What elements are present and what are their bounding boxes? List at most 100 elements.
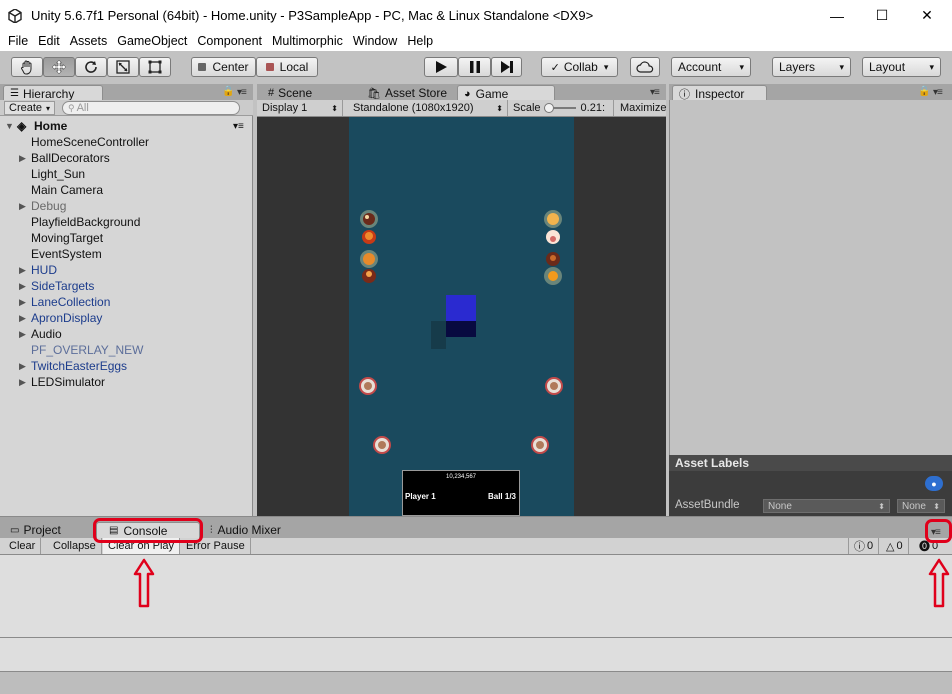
expand-arrow-icon[interactable]: ▶ xyxy=(19,377,26,388)
expand-arrow-icon[interactable]: ▶ xyxy=(19,297,26,308)
hierarchy-item-label: Main Camera xyxy=(31,183,104,197)
layout-dropdown[interactable]: Layout xyxy=(862,57,941,77)
hierarchy-item[interactable]: ▶ Debug xyxy=(0,198,253,214)
rotate-icon xyxy=(85,61,97,73)
hierarchy-item[interactable]: HomeSceneController xyxy=(0,134,253,150)
hierarchy-item[interactable]: ▶ Audio xyxy=(0,326,253,342)
tab-audio-mixer[interactable]: ⫶ Audio Mixer xyxy=(204,522,304,538)
pause-button[interactable] xyxy=(458,57,491,77)
menu-file[interactable]: File xyxy=(3,34,33,48)
inspector-lock-icon[interactable]: 🔒 xyxy=(918,86,930,97)
hierarchy-search-field[interactable]: ⚲ All xyxy=(62,101,240,115)
tab-game[interactable]: ◕ Game xyxy=(457,85,555,101)
scale-label: Scale xyxy=(513,102,541,114)
asset-bundle-label: AssetBundle xyxy=(675,499,740,511)
inspector-menu-icon[interactable]: ▾≡ xyxy=(933,87,943,98)
game-view-toolbar: Display 1 ⬍ Standalone (1080x1920) ⬍ Scale… xyxy=(257,100,666,117)
asset-variant-dropdown[interactable]: None ⬍ xyxy=(897,499,945,513)
hierarchy-item[interactable]: PlayfieldBackground xyxy=(0,214,253,230)
pivot-local-button[interactable]: Local xyxy=(256,57,318,77)
scale-tool-button[interactable] xyxy=(107,57,139,77)
status-bar xyxy=(0,672,952,694)
asset-bundle-dropdown[interactable]: None ⬍ xyxy=(763,499,890,513)
account-label: Account xyxy=(678,60,722,74)
menu-component[interactable]: Component xyxy=(192,34,267,48)
move-tool-button[interactable] xyxy=(43,57,75,77)
tab-asset-store[interactable]: 🛍 Asset Store xyxy=(361,85,456,101)
tab-inspector[interactable]: ⓘ Inspector xyxy=(672,85,767,101)
expand-arrow-icon[interactable]: ▶ xyxy=(19,329,26,340)
hierarchy-item-label: LaneCollection xyxy=(31,295,111,309)
expand-arrow-icon[interactable]: ▶ xyxy=(19,361,26,372)
maximize-on-play-toggle[interactable]: Maximize xyxy=(615,100,667,116)
hierarchy-item[interactable]: ▶ SideTargets xyxy=(0,278,253,294)
hierarchy-item[interactable]: ▶ LEDSimulator xyxy=(0,374,253,390)
step-button[interactable] xyxy=(491,57,522,77)
red-arrow-icon xyxy=(133,558,155,608)
menu-assets[interactable]: Assets xyxy=(65,34,113,48)
expand-arrow-icon[interactable]: ▶ xyxy=(19,281,26,292)
clear-button[interactable]: Clear xyxy=(4,538,42,554)
scale-slider[interactable] xyxy=(543,103,576,113)
info-count: 0 xyxy=(867,540,874,552)
rect-tool-button[interactable] xyxy=(139,57,171,77)
console-detail-area[interactable] xyxy=(0,638,952,672)
menu-edit[interactable]: Edit xyxy=(33,34,65,48)
game-panel-menu-icon[interactable]: ▾≡ xyxy=(650,87,660,98)
hierarchy-item[interactable]: ▶ BallDecorators xyxy=(0,150,253,166)
maximize-label: Maximize xyxy=(620,102,667,114)
menu-multimorphic[interactable]: Multimorphic xyxy=(267,34,348,48)
scene-menu-icon[interactable]: ▾≡ xyxy=(233,121,244,132)
play-button[interactable] xyxy=(424,57,458,77)
hierarchy-item[interactable]: ▶ ApronDisplay xyxy=(0,310,253,326)
hierarchy-item[interactable]: MovingTarget xyxy=(0,230,253,246)
resolution-dropdown[interactable]: Standalone (1080x1920) ⬍ xyxy=(348,100,508,116)
create-label: Create xyxy=(9,102,43,114)
close-button[interactable]: ✕ xyxy=(904,0,950,31)
rotate-tool-button[interactable] xyxy=(75,57,107,77)
expand-arrow-icon[interactable]: ▶ xyxy=(19,153,26,164)
expand-arrow-icon[interactable]: ▶ xyxy=(19,313,26,324)
panel-menu-icon[interactable]: ▾≡ xyxy=(237,87,247,98)
hierarchy-item[interactable]: EventSystem xyxy=(0,246,253,262)
label-tag-icon[interactable]: ● xyxy=(925,476,943,491)
hierarchy-item[interactable]: Main Camera xyxy=(0,182,253,198)
variant-value: None xyxy=(902,500,926,512)
hierarchy-item[interactable]: ▶ LaneCollection xyxy=(0,294,253,310)
create-dropdown[interactable]: Create ▾ xyxy=(4,101,56,115)
hand-tool-button[interactable] xyxy=(11,57,43,77)
layers-dropdown[interactable]: Layers xyxy=(772,57,851,77)
score-hud: 10,234,567 Player 1 Ball 1/3 xyxy=(402,470,520,516)
hierarchy-item[interactable]: ▶ TwitchEasterEggs xyxy=(0,358,253,374)
expand-arrow-icon[interactable]: ▶ xyxy=(19,265,26,276)
cloud-button[interactable] xyxy=(630,57,660,77)
tab-scene[interactable]: # Scene xyxy=(262,85,357,101)
menu-window[interactable]: Window xyxy=(348,34,402,48)
hierarchy-item[interactable]: Light_Sun xyxy=(0,166,253,182)
space-label: Local xyxy=(279,60,309,74)
hierarchy-item-label: PlayfieldBackground xyxy=(31,215,141,229)
expand-arrow-icon[interactable]: ▶ xyxy=(19,201,26,212)
round-target-2 xyxy=(545,377,563,395)
menu-help[interactable]: Help xyxy=(402,34,438,48)
minimize-button[interactable]: — xyxy=(814,0,860,31)
collab-dropdown[interactable]: ✓ Collab xyxy=(541,57,618,77)
menu-gameobject[interactable]: GameObject xyxy=(112,34,192,48)
hierarchy-item-label: Debug xyxy=(31,199,67,213)
hierarchy-item[interactable]: PF_OVERLAY_NEW xyxy=(0,342,253,358)
hierarchy-item[interactable]: ▶ HUD xyxy=(0,262,253,278)
slider-thumb[interactable] xyxy=(543,103,554,113)
pivot-center-button[interactable]: Center xyxy=(191,57,256,77)
maximize-button[interactable]: ☐ xyxy=(859,0,905,31)
info-count-toggle[interactable]: ⓘ 0 xyxy=(848,538,880,554)
lock-icon[interactable]: 🔒 xyxy=(222,86,234,97)
collapse-label: Collapse xyxy=(53,540,96,552)
warning-count-toggle[interactable]: △ 0 xyxy=(881,538,909,554)
account-dropdown[interactable]: Account xyxy=(671,57,751,77)
scene-row[interactable]: ▼ ◈ Home ▾≡ xyxy=(0,118,253,134)
tab-project[interactable]: ▭ Project xyxy=(4,522,89,538)
game-view[interactable]: 10,234,567 Player 1 Ball 1/3 xyxy=(257,117,666,516)
round-target-3 xyxy=(373,436,391,454)
tab-hierarchy[interactable]: ☰ Hierarchy xyxy=(3,85,103,101)
display-dropdown[interactable]: Display 1 ⬍ xyxy=(257,100,343,116)
